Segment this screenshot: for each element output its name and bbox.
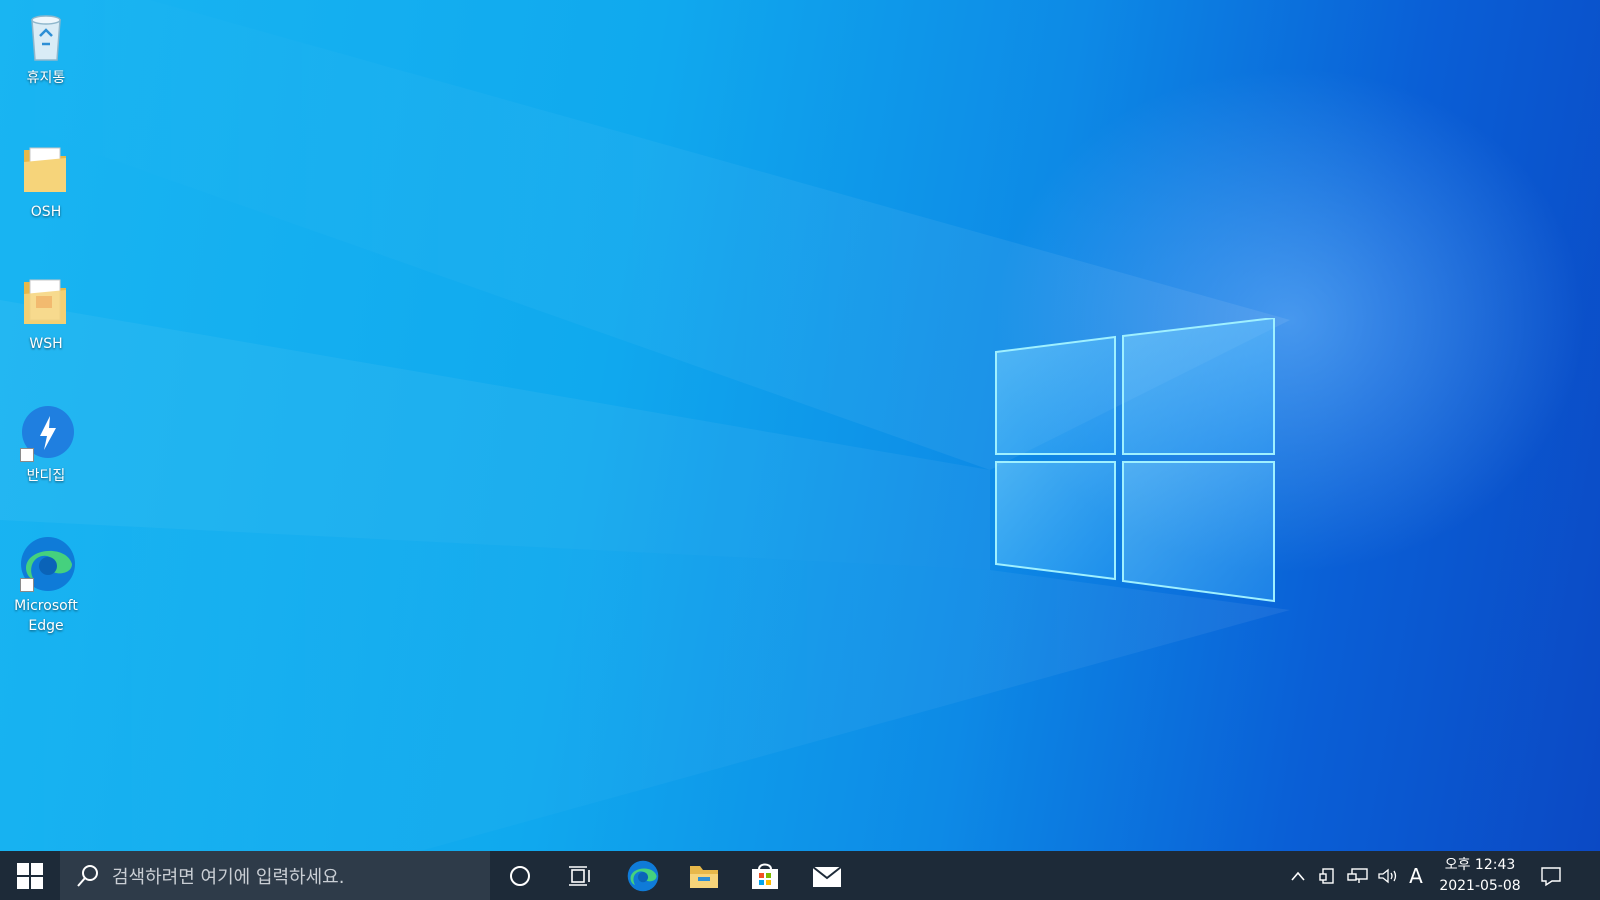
shortcut-arrow-icon (20, 448, 34, 462)
taskbar-mail-button[interactable] (797, 851, 857, 900)
clock-date: 2021-05-08 (1439, 878, 1521, 894)
desktop-background: 휴지통 OSH WSH 반디집 Microsoft Edge (0, 0, 1600, 851)
task-view-icon (569, 865, 590, 886)
desktop-icon-label: 반디집 (26, 468, 66, 484)
desktop-icon-label: 휴지통 (26, 70, 66, 86)
tray-volume-button[interactable] (1374, 851, 1402, 900)
device-icon (1319, 867, 1334, 884)
clock[interactable]: 오후 12:43 2021-05-08 (1425, 855, 1535, 897)
chevron-up-icon (1291, 871, 1305, 881)
search-placeholder: 검색하려면 여기에 입력하세요. (112, 866, 345, 888)
shortcut-arrow-icon (20, 578, 34, 592)
taskbar: 검색하려면 여기에 입력하세요. A 오후 12:43 2021-05-08 (0, 851, 1600, 900)
recycle-bin-icon (16, 6, 76, 66)
show-hidden-icons-button[interactable] (1284, 851, 1312, 900)
mail-icon (812, 865, 842, 887)
folder-icon (16, 140, 76, 200)
action-center-button[interactable] (1535, 851, 1567, 900)
notification-icon (1541, 866, 1561, 886)
volume-icon (1378, 868, 1397, 883)
start-button[interactable] (0, 851, 60, 900)
desktop-icon-recycle-bin[interactable]: 휴지통 (6, 6, 86, 88)
search-input[interactable]: 검색하려면 여기에 입력하세요. (60, 851, 490, 900)
desktop-icon-microsoft-edge[interactable]: Microsoft Edge (6, 534, 86, 636)
desktop-icon-label: WSH (29, 336, 63, 352)
desktop-icon-label: Microsoft Edge (14, 598, 78, 634)
windows-wallpaper-logo (995, 318, 1275, 603)
bandizip-icon (16, 404, 76, 464)
store-icon (752, 863, 778, 889)
network-icon (1347, 867, 1368, 883)
task-view-button[interactable] (550, 851, 610, 900)
desktop-icon-label: OSH (30, 204, 62, 220)
folder-pdf-icon (16, 272, 76, 332)
taskbar-file-explorer-button[interactable] (674, 851, 734, 900)
wallpaper-light-beams (0, 0, 1290, 851)
desktop-icon-osh-folder[interactable]: OSH (6, 140, 86, 222)
tray-network-button[interactable] (1344, 851, 1372, 900)
file-explorer-icon (690, 865, 718, 888)
taskbar-store-button[interactable] (735, 851, 795, 900)
desktop-icon-bandizip[interactable]: 반디집 (6, 404, 86, 486)
taskbar-edge-button[interactable] (613, 851, 673, 900)
tray-device-button[interactable] (1314, 851, 1342, 900)
edge-icon (16, 534, 76, 594)
search-icon (77, 864, 98, 887)
clock-time: 오후 12:43 (1444, 857, 1516, 873)
windows-logo-icon (17, 862, 43, 889)
cortana-button[interactable] (490, 851, 550, 900)
desktop-icon-wsh-folder[interactable]: WSH (6, 272, 86, 354)
ime-label: A (1409, 863, 1423, 888)
edge-icon (627, 860, 659, 891)
cortana-circle-icon (510, 865, 530, 886)
